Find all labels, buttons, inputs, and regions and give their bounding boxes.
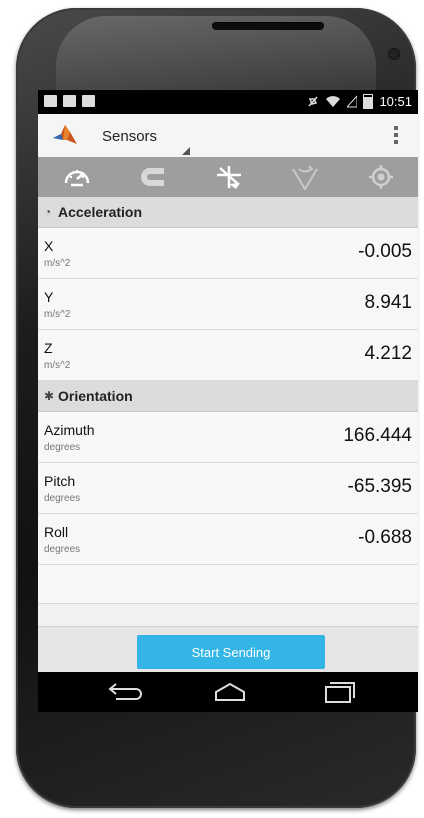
matlab-logo-icon [53, 125, 77, 144]
sensor-unit: m/s^2 [44, 258, 71, 269]
sensor-unit: m/s^2 [44, 309, 71, 320]
notification-icons [44, 95, 95, 107]
sensor-value: 4.212 [364, 343, 412, 364]
sensor-unit: degrees [44, 493, 81, 504]
start-sending-button[interactable]: Start Sending [137, 635, 325, 669]
sensor-axis-label: X [44, 238, 54, 254]
sensor-unit: m/s^2 [44, 360, 71, 371]
list-item: Pitch degrees -65.395 [38, 463, 418, 514]
sensor-axis-label: Y [44, 289, 54, 305]
navigation-bar [38, 672, 418, 712]
front-camera [388, 48, 400, 60]
list-item: Z m/s^2 4.212 [38, 330, 418, 381]
section-title: Acceleration [58, 204, 143, 220]
tab-acceleration[interactable] [38, 157, 114, 197]
sensor-axis-label: Pitch [44, 473, 76, 489]
sensor-axis-label: Azimuth [44, 422, 95, 438]
tab-position[interactable] [342, 157, 418, 197]
bottom-bar: Start Sending [38, 626, 418, 673]
sensor-values-list: ◔ Acceleration X m/s^2 -0.005 Y m/s^2 8.… [38, 197, 418, 604]
sensor-value: 8.941 [364, 292, 412, 313]
wifi-icon [326, 96, 341, 107]
sensor-axis-label: Z [44, 340, 53, 356]
earpiece-speaker [212, 22, 324, 30]
status-bar: 10:51 [38, 90, 418, 114]
battery-icon [363, 94, 374, 109]
screen: 10:51 Sensors ◔ Acceleration X m/s^2 -0.… [38, 90, 418, 712]
speedometer-icon: ◔ [44, 205, 52, 219]
sensor-unit: degrees [44, 442, 81, 453]
back-icon[interactable] [106, 680, 146, 704]
section-title: Orientation [58, 388, 133, 404]
sensor-value: -0.005 [358, 241, 412, 262]
spinner-dropdown-icon[interactable] [182, 147, 190, 155]
bag-notification-icon [63, 95, 76, 107]
sensor-tab-bar [38, 157, 418, 197]
magnet-icon [141, 168, 164, 186]
location-icon [369, 165, 393, 189]
section-header-acceleration: ◔ Acceleration [38, 197, 418, 228]
sensor-value: 166.444 [343, 425, 412, 446]
system-icons: 10:51 [307, 94, 412, 109]
tab-angular-velocity[interactable] [266, 157, 342, 197]
list-item: Roll degrees -0.688 [38, 514, 418, 565]
tab-orientation[interactable] [190, 157, 266, 197]
sensor-value: -0.688 [358, 527, 412, 548]
sensor-axis-label: Roll [44, 524, 69, 540]
empty-list-row [38, 565, 418, 604]
image-notification-icon [44, 95, 57, 107]
signal-icon [347, 95, 358, 108]
bag-notification-icon [82, 95, 95, 107]
orientation-icon [217, 166, 241, 189]
orientation-icon: ✱ [44, 389, 55, 403]
angular-velocity-icon [292, 165, 318, 191]
list-item: Y m/s^2 8.941 [38, 279, 418, 330]
sensor-unit: degrees [44, 544, 81, 555]
sensor-value: -65.395 [347, 476, 412, 497]
list-item: Azimuth degrees 166.444 [38, 412, 418, 463]
clock: 10:51 [379, 94, 412, 109]
list-item: X m/s^2 -0.005 [38, 228, 418, 279]
speedometer-icon [64, 170, 90, 187]
section-header-orientation: ✱ Orientation [38, 381, 418, 412]
tab-magnetic-field[interactable] [114, 157, 190, 197]
overflow-menu-icon[interactable] [394, 126, 398, 147]
recent-apps-icon[interactable] [320, 680, 360, 704]
home-icon[interactable] [210, 680, 250, 704]
action-bar: Sensors [38, 114, 418, 158]
mute-icon [308, 96, 319, 107]
sensor-spinner-label[interactable]: Sensors [102, 128, 157, 145]
